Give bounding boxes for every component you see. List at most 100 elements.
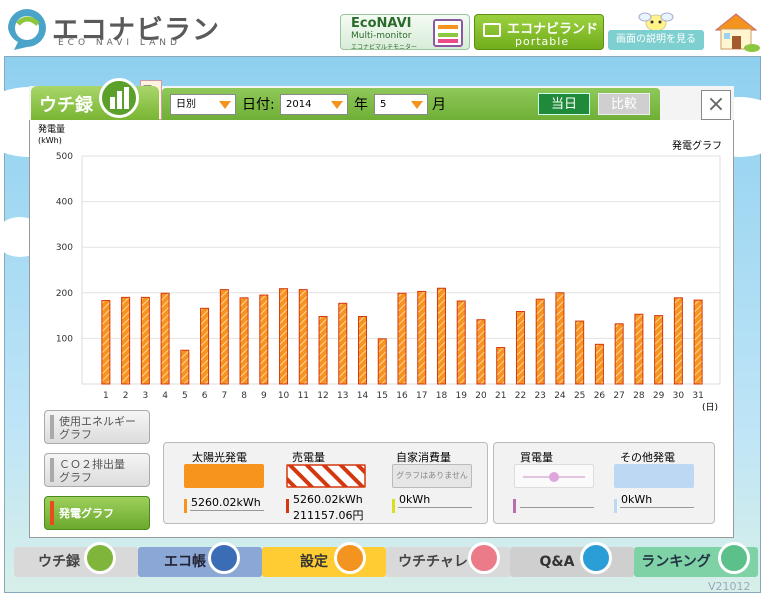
bar-day-6 xyxy=(200,307,210,385)
chart-svg: 発電量 (kWh) 発電グラフ (日) 100200300400500 1234… xyxy=(38,123,722,413)
nav-ecocho-label: エコ帳 xyxy=(164,554,206,570)
self-consumption-placeholder: グラフはありません xyxy=(392,464,472,488)
econavi-caption: エコナビマルチモニター xyxy=(351,44,418,51)
bar-day-29 xyxy=(654,315,664,385)
bought-underline xyxy=(520,507,594,508)
x-tick-label: 5 xyxy=(182,391,188,401)
x-tick-label: 9 xyxy=(261,391,267,401)
compare-button[interactable]: 比較 xyxy=(598,93,650,115)
bar-day-27 xyxy=(614,323,624,385)
bar-day-18 xyxy=(436,287,446,385)
date-label: 日付: xyxy=(242,97,275,113)
bar-day-20 xyxy=(476,319,486,385)
x-tick-label: 15 xyxy=(377,391,388,401)
generation-graph-button[interactable]: 発電グラフ xyxy=(44,496,150,530)
logo-subtitle: ECO NAVI LAND xyxy=(58,38,181,48)
period-select-value: 日別 xyxy=(176,99,196,110)
question-icon xyxy=(580,542,612,574)
x-tick-label: 1 xyxy=(103,391,109,401)
wrench-icon xyxy=(334,542,366,574)
bar-day-26 xyxy=(594,343,604,385)
x-tick-label: 29 xyxy=(653,391,665,401)
explain-screen-button[interactable]: 画面の説明を見る xyxy=(608,30,704,50)
chevron-down-icon xyxy=(331,101,343,109)
other-generation-value: 0kWh xyxy=(621,493,653,506)
bar-day-23 xyxy=(535,298,545,385)
app-header: エコナビランド ECO NAVI LAND EcoNAVI Multi-moni… xyxy=(0,0,765,85)
energy-usage-graph-button[interactable]: 使用エネルギー グラフ xyxy=(44,410,150,444)
x-tick-label: 17 xyxy=(416,391,427,401)
econavi-multimonitor-button[interactable]: EcoNAVI Multi-monitor エコナビマルチモニター xyxy=(340,14,470,51)
x-tick-label: 27 xyxy=(613,391,624,401)
other-underline xyxy=(620,507,694,508)
nav-settings-label: 設定 xyxy=(300,554,328,570)
other-legend-swatch xyxy=(614,464,694,488)
other-value-marker xyxy=(614,499,617,513)
x-tick-label: 23 xyxy=(534,391,545,401)
close-icon[interactable]: × xyxy=(701,90,731,120)
bar-day-19 xyxy=(456,300,466,385)
month-select[interactable]: 5 xyxy=(374,94,428,115)
x-tick-label: 10 xyxy=(278,391,290,401)
nav-uchiroku[interactable]: ウチ録 xyxy=(14,542,138,577)
x-tick-label: 11 xyxy=(298,391,309,401)
sold-legend-swatch xyxy=(286,464,366,488)
bar-day-10 xyxy=(279,288,289,385)
nav-qa[interactable]: Q&A xyxy=(510,542,634,577)
nav-ecocho[interactable]: エコ帳 xyxy=(138,542,262,577)
summary-box-purchase: 買電量 その他発電 0kWh xyxy=(493,442,715,524)
bar-day-4 xyxy=(160,292,170,385)
x-tick-label: 13 xyxy=(337,391,348,401)
month-label: 月 xyxy=(432,97,446,113)
version-label: V21012 xyxy=(708,580,751,593)
nav-ranking[interactable]: ランキング xyxy=(634,542,758,577)
co2-graph-button[interactable]: ＣＯ２排出量 グラフ xyxy=(44,453,150,487)
x-tick-label: 21 xyxy=(495,391,506,401)
chevron-down-icon xyxy=(219,101,231,109)
bar-day-12 xyxy=(318,316,328,385)
sold-yen-value: 211157.06円 xyxy=(293,509,364,522)
today-button[interactable]: 当日 xyxy=(538,93,590,115)
self-consumption-value: 0kWh xyxy=(399,493,431,506)
bar-day-16 xyxy=(397,292,407,385)
y-axis-label: 発電量 xyxy=(38,123,65,135)
x-tick-label: 31 xyxy=(692,391,703,401)
bar-day-5 xyxy=(180,349,190,385)
nav-uchiroku-label: ウチ録 xyxy=(38,554,80,570)
eco-navi-land-logo[interactable]: エコナビランド ECO NAVI LAND xyxy=(4,4,234,85)
x-tick-label: 26 xyxy=(594,391,606,401)
bottom-navigation: ウチ録 エコ帳 設定 ウチチャレ Q&A ランキング xyxy=(14,542,758,577)
y-tick-label: 300 xyxy=(56,243,73,253)
nav-uchichare[interactable]: ウチチャレ xyxy=(386,542,510,577)
bar-day-22 xyxy=(515,310,525,385)
x-tick-label: 18 xyxy=(436,391,448,401)
bought-legend-swatch xyxy=(514,464,594,488)
crown-icon xyxy=(718,542,750,574)
solar-legend-swatch xyxy=(184,464,264,488)
solar-label: 太陽光発電 xyxy=(192,451,247,464)
generation-graph-label: 発電グラフ xyxy=(59,507,114,520)
x-tick-label: 19 xyxy=(455,391,467,401)
year-select-value: 2014 xyxy=(286,99,312,110)
nav-settings[interactable]: 設定 xyxy=(262,542,386,577)
x-tick-label: 14 xyxy=(357,391,369,401)
portable-subtitle: portable xyxy=(515,35,570,48)
nav-qa-label: Q&A xyxy=(539,554,575,570)
x-tick-label: 12 xyxy=(317,391,328,401)
month-select-value: 5 xyxy=(380,99,387,110)
home-icon[interactable] xyxy=(712,10,760,52)
portable-button[interactable]: エコナビランド portable xyxy=(474,14,604,50)
year-select[interactable]: 2014 xyxy=(280,94,348,115)
filter-bar: 日別 日付: 2014 年 5 月 当日 比較 xyxy=(162,88,660,120)
period-select[interactable]: 日別 xyxy=(170,94,236,115)
bar-day-28 xyxy=(634,313,644,385)
solar-value: 5260.02kWh xyxy=(191,496,261,509)
bar-day-30 xyxy=(673,297,683,385)
self-value-marker xyxy=(392,499,395,513)
generation-chart: 発電量 (kWh) 発電グラフ (日) 100 200 300 400 500 1234… xyxy=(30,120,733,420)
tab-uchiroku[interactable]: ウチ録 xyxy=(31,78,159,120)
bought-label: 買電量 xyxy=(520,451,553,464)
x-tick-label: 8 xyxy=(241,391,247,401)
x-tick-label: 16 xyxy=(396,391,408,401)
x-tick-label: 2 xyxy=(123,391,129,401)
